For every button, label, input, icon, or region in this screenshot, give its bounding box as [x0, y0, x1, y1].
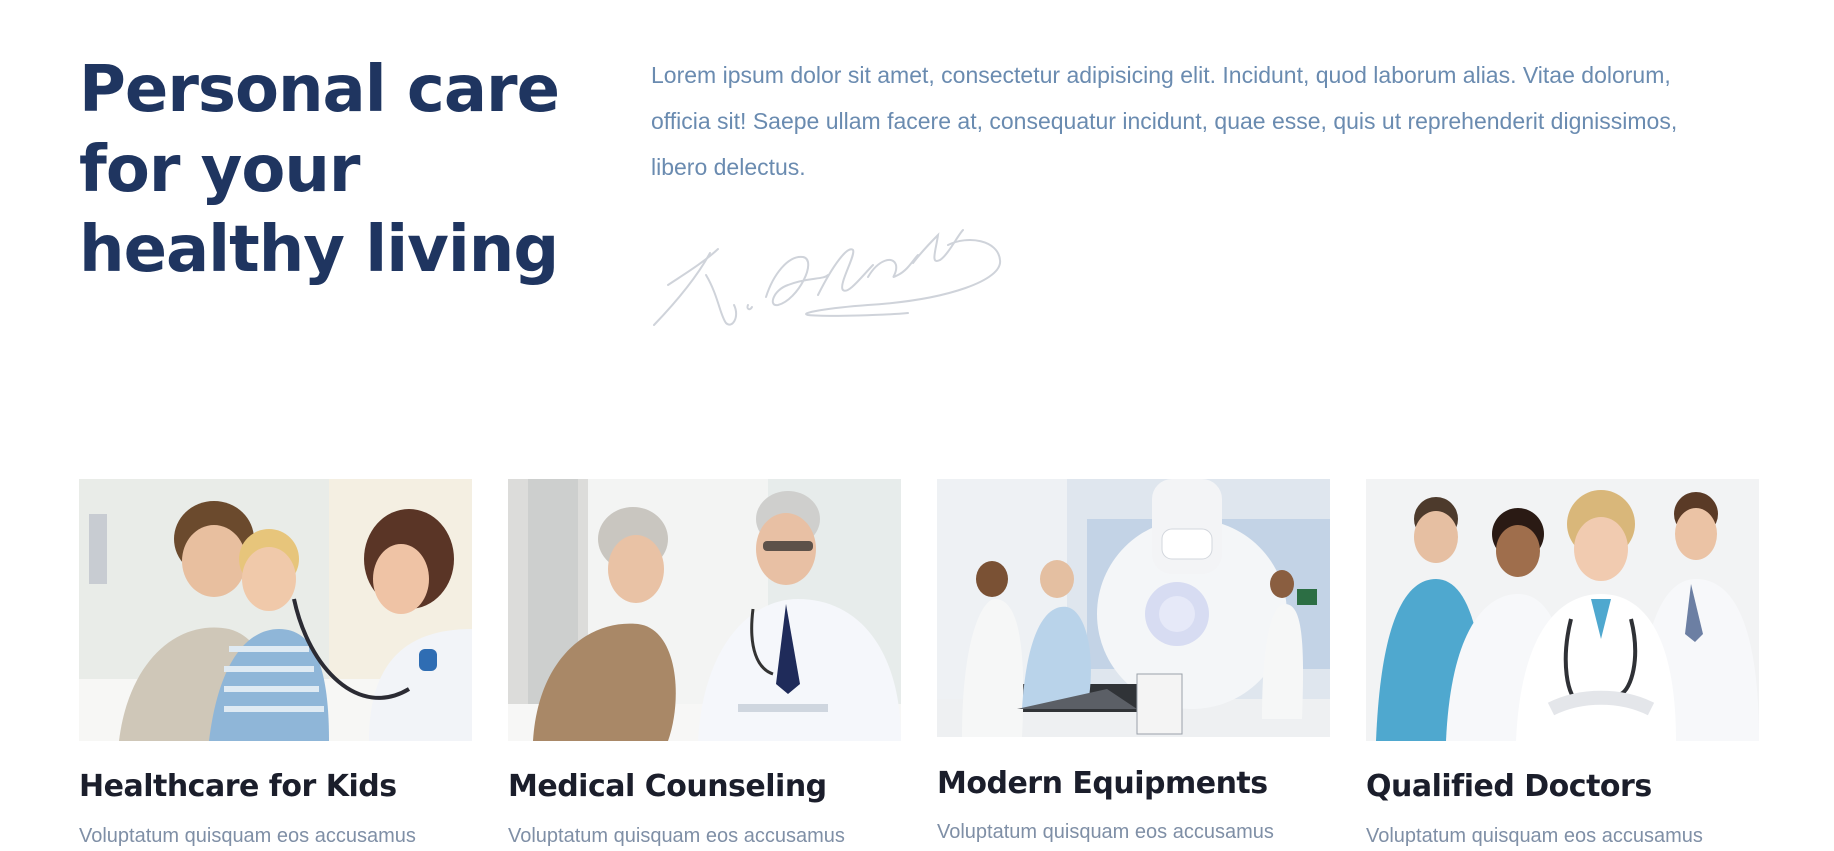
feature-card[interactable]: Medical Counseling Voluptatum quisquam e… [508, 479, 901, 847]
card-image-equipment[interactable] [937, 479, 1330, 741]
card-text: Voluptatum quisquam eos accusamus [508, 825, 845, 847]
hero-intro-text: Lorem ipsum dolor sit amet, consectetur … [651, 62, 1678, 180]
card-title: Qualified Doctors [1366, 769, 1652, 804]
feature-card[interactable]: Modern Equipments Voluptatum quisquam eo… [937, 479, 1330, 843]
card-text: Voluptatum quisquam eos accusamus [937, 821, 1274, 843]
card-image-kids[interactable] [79, 479, 472, 741]
card-title: Healthcare for Kids [79, 769, 397, 804]
card-title: Modern Equipments [937, 766, 1268, 801]
signature-image [648, 205, 1008, 335]
hero-title: Personal care for your healthy living [79, 53, 560, 287]
card-text: Voluptatum quisquam eos accusamus [1366, 825, 1703, 847]
card-text: Voluptatum quisquam eos accusamus [79, 825, 416, 847]
feature-card[interactable]: Qualified Doctors Voluptatum quisquam eo… [1366, 479, 1759, 847]
card-image-counseling[interactable] [508, 479, 901, 741]
card-image-doctors[interactable] [1366, 479, 1759, 741]
feature-card[interactable]: Healthcare for Kids Voluptatum quisquam … [79, 479, 472, 847]
card-title: Medical Counseling [508, 769, 827, 804]
